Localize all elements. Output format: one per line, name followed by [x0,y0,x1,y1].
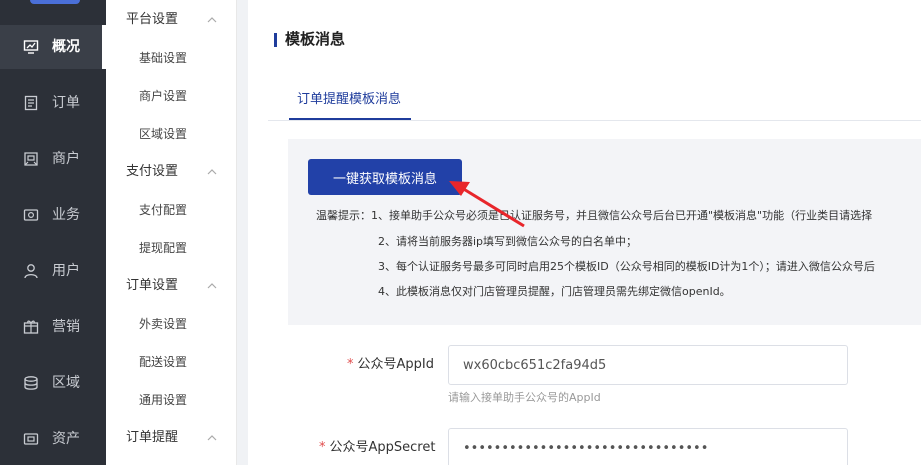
tip-line-4: 4、此模板消息仅对门店管理员提醒，门店管理员需先绑定微信openId。 [378,285,731,298]
appid-hint: 请输入接单助手公众号的AppId [448,391,601,404]
nav-item-marketing[interactable]: 营销 [0,305,106,349]
menu-item-takeout-settings[interactable]: 外卖设置 [139,316,187,332]
business-icon [23,209,39,221]
chevron-up-icon[interactable] [206,14,218,26]
menu-item-region-settings[interactable]: 区域设置 [139,126,187,142]
chevron-up-icon[interactable] [206,432,218,444]
menu-group-payment-settings[interactable]: 支付设置 [126,163,178,181]
menu-item-general-settings[interactable]: 通用设置 [139,392,187,408]
required-mark: * [347,357,354,372]
primary-nav: 概况 订单 商户 业务 用户 营销 区域 资产 [0,0,106,465]
nav-item-business[interactable]: 业务 [0,193,106,237]
region-icon [24,376,38,390]
nav-item-label: 订单 [52,95,80,111]
appid-label-text: 公众号AppId [357,357,434,372]
asset-icon [23,433,39,445]
order-icon [24,95,38,111]
required-mark: * [319,440,326,455]
nav-item-label: 区域 [52,375,80,391]
nav-item-label: 概况 [52,39,80,55]
menu-group-order-settings[interactable]: 订单设置 [126,277,178,295]
nav-item-label: 营销 [52,319,80,335]
fetch-template-button[interactable]: 一键获取模板消息 [308,159,462,195]
nav-item-asset[interactable]: 资产 [0,417,106,461]
nav-item-label: 商户 [52,151,80,167]
menu-item-delivery-settings[interactable]: 配送设置 [139,354,187,370]
notice-panel: 一键获取模板消息 温馨提示：1、接单助手公众号必须是已认证服务号，并且微信公众号… [288,139,921,325]
tab-bar: 订单提醒模板消息 [268,80,921,121]
appid-input[interactable] [448,345,848,385]
secondary-menu: 平台设置 基础设置 商户设置 区域设置 支付设置 支付配置 提现配置 订单设置 … [106,0,237,465]
menu-group-order-reminder[interactable]: 订单提醒 [126,429,178,447]
menu-item-merchant-settings[interactable]: 商户设置 [139,88,187,104]
nav-item-user[interactable]: 用户 [0,249,106,293]
tip-line-1: 温馨提示：1、接单助手公众号必须是已认证服务号，并且微信公众号后台已开通"模板消… [316,209,873,222]
menu-group-platform-settings[interactable]: 平台设置 [126,11,178,29]
menu-item-basic-settings[interactable]: 基础设置 [139,50,187,66]
title-accent-bar [274,33,277,47]
secret-label-text: 公众号AppSecret [329,440,436,455]
chevron-up-icon[interactable] [206,166,218,178]
nav-item-label: 资产 [52,431,80,447]
nav-item-label: 业务 [52,207,80,223]
menu-item-withdraw-config[interactable]: 提现配置 [139,240,187,256]
content-gutter [237,0,248,465]
tip-line-2: 2、请将当前服务器ip填写到微信公众号的白名单中； [378,235,638,248]
tab-order-reminder-template[interactable]: 订单提醒模板消息 [297,91,401,109]
nav-item-region[interactable]: 区域 [0,361,106,405]
menu-item-payment-config[interactable]: 支付配置 [139,202,187,218]
secret-label: * 公众号AppSecret [319,439,435,457]
logo [30,0,80,4]
tab-active-indicator [289,118,411,120]
main-panel: 模板消息 订单提醒模板消息 一键获取模板消息 温馨提示：1、接单助手公众号必须是… [248,0,921,465]
overview-icon [23,40,39,54]
page-title: 模板消息 [285,30,346,48]
user-icon [24,264,38,279]
nav-item-merchant[interactable]: 商户 [0,137,106,181]
appid-label: * 公众号AppId [347,356,434,374]
nav-item-label: 用户 [52,263,80,279]
chevron-up-icon[interactable] [206,280,218,292]
tip-line-3: 3、每个认证服务号最多可同时启用25个模板ID（公众号相同的模板ID计为1个）；… [378,260,875,273]
appsecret-input[interactable] [448,428,848,465]
nav-item-order[interactable]: 订单 [0,81,106,125]
marketing-icon [23,320,39,334]
merchant-icon [24,152,38,166]
nav-item-overview[interactable]: 概况 [0,25,106,69]
